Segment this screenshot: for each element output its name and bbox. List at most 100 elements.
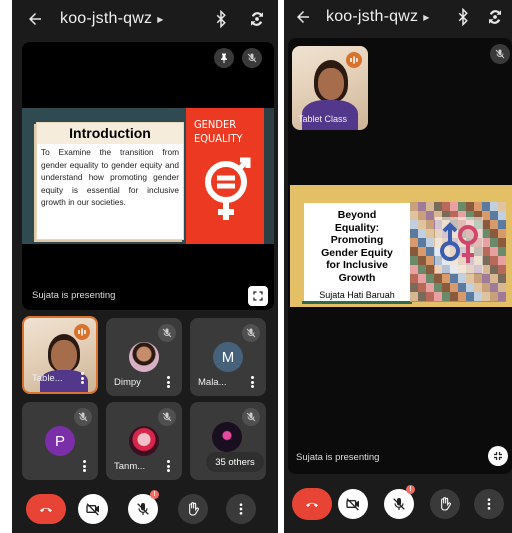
mic-off-icon — [137, 503, 149, 515]
slide-accent-bar — [302, 301, 412, 304]
more-options-button[interactable] — [226, 494, 256, 524]
mic-off-icon — [495, 49, 505, 59]
fullscreen-button[interactable] — [248, 286, 268, 306]
mosaic-tile — [418, 238, 426, 247]
collapse-button[interactable] — [488, 446, 508, 466]
participant-tile-mala[interactable]: M Mala... — [190, 318, 266, 396]
slide-title-line: Promoting — [330, 234, 384, 246]
pin-icon — [221, 53, 227, 63]
mosaic-tile — [426, 292, 434, 301]
participant-tile-dimpy[interactable]: Dimpy — [106, 318, 182, 396]
presenter-mic-off — [490, 44, 510, 64]
mosaic-tile — [410, 211, 418, 220]
back-arrow-icon[interactable] — [26, 10, 44, 28]
more-icon[interactable] — [167, 376, 170, 388]
mosaic-tile — [490, 220, 498, 229]
mosaic-tile — [498, 229, 506, 238]
left-phone-screen: koo-jsth-qwz ▶ Introduction To Examine t… — [12, 0, 278, 533]
mosaic-tile — [490, 292, 498, 301]
mosaic-tile — [426, 274, 434, 283]
switch-camera-icon[interactable] — [248, 10, 266, 28]
more-options-button[interactable] — [474, 489, 504, 519]
bluetooth-icon[interactable] — [212, 10, 230, 28]
slide-text-card: Introduction To Examine the transition f… — [36, 122, 184, 240]
more-icon[interactable] — [251, 376, 254, 388]
mosaic-tile — [410, 256, 418, 265]
back-arrow-icon[interactable] — [294, 8, 312, 26]
pin-button[interactable] — [214, 48, 234, 68]
more-icon[interactable] — [167, 460, 170, 472]
slide-title-line: Equality: — [334, 221, 380, 234]
mosaic-tile — [410, 292, 418, 301]
self-tile-name: Tablet Class — [298, 114, 348, 124]
meeting-code[interactable]: koo-jsth-qwz — [60, 10, 152, 28]
end-call-button[interactable] — [26, 494, 66, 524]
avatar — [129, 426, 159, 456]
participant-tile-p[interactable]: P — [22, 402, 98, 480]
caret-right-icon[interactable]: ▶ — [423, 13, 429, 22]
bluetooth-icon[interactable] — [454, 8, 472, 26]
meeting-code[interactable]: koo-jsth-qwz — [326, 8, 418, 26]
participant-mic-off — [158, 324, 176, 342]
mosaic-tile — [426, 247, 434, 256]
hand-icon — [189, 502, 199, 516]
more-icon[interactable] — [83, 460, 86, 472]
mosaic-tile — [466, 202, 474, 211]
presenter-mic-off — [242, 48, 262, 68]
presentation-stage[interactable]: Tablet Class Beyond Equality: Promoting … — [288, 38, 512, 474]
mosaic-tile — [482, 211, 490, 220]
right-phone-screen: koo-jsth-qwz ▶ Tablet Class Beyond Equal… — [284, 0, 512, 533]
participant-tile-tanm[interactable]: Tanm... — [106, 402, 182, 480]
mosaic-tile — [490, 283, 498, 292]
mosaic-tile — [410, 265, 418, 274]
mosaic-tile — [482, 238, 490, 247]
switch-camera-icon[interactable] — [486, 8, 504, 26]
participant-tile-tablet[interactable]: Table... — [22, 316, 98, 394]
slide-title-line: for Inclusive — [326, 259, 388, 271]
mosaic-tile — [418, 220, 426, 229]
mosaic-tile — [466, 292, 474, 301]
others-count-chip[interactable]: 35 others — [206, 452, 264, 472]
self-video-tile[interactable]: Tablet Class — [292, 46, 368, 130]
mosaic-tile — [426, 211, 434, 220]
mosaic-tile — [482, 256, 490, 265]
end-call-button[interactable] — [292, 488, 332, 520]
mosaic-tile — [418, 211, 426, 220]
camera-toggle-button[interactable] — [338, 489, 368, 519]
mosaic-tile — [426, 256, 434, 265]
mosaic-tile — [426, 220, 434, 229]
mosaic-tile — [418, 274, 426, 283]
mosaic-tile — [482, 292, 490, 301]
more-icon — [239, 503, 243, 515]
participant-tile-others[interactable]: 35 others — [190, 402, 266, 480]
mic-warning-badge: ! — [406, 485, 415, 494]
raise-hand-button[interactable] — [430, 489, 460, 519]
camera-toggle-button[interactable] — [78, 494, 108, 524]
shared-slide: Beyond Equality: Promoting Gender Equity… — [290, 185, 512, 307]
slide-title-line: Beyond — [337, 209, 377, 221]
mosaic-tile — [418, 283, 426, 292]
raise-hand-button[interactable] — [178, 494, 208, 524]
camera-off-icon — [346, 498, 359, 511]
mosaic-tile — [410, 229, 418, 238]
mic-off-icon — [393, 498, 405, 510]
mosaic-tile — [498, 265, 506, 274]
mosaic-tile — [490, 274, 498, 283]
camera-off-icon — [86, 503, 99, 516]
mosaic-tile — [450, 283, 458, 292]
more-icon[interactable] — [81, 372, 84, 384]
presentation-stage[interactable]: Introduction To Examine the transition f… — [22, 42, 274, 310]
mosaic-tile — [498, 274, 506, 283]
mosaic-tile — [410, 220, 418, 229]
slide-title-line: Growth — [338, 271, 376, 284]
gender-symbols-icon — [435, 217, 483, 273]
mosaic-tile — [442, 283, 450, 292]
mosaic-tile — [418, 265, 426, 274]
avatar — [212, 422, 242, 452]
caret-right-icon[interactable]: ▶ — [157, 15, 163, 24]
participant-name: Tanm... — [114, 461, 146, 472]
mosaic-tile — [498, 256, 506, 265]
hand-icon — [441, 497, 451, 511]
mosaic-tile — [498, 238, 506, 247]
shared-slide: Introduction To Examine the transition f… — [22, 108, 274, 244]
